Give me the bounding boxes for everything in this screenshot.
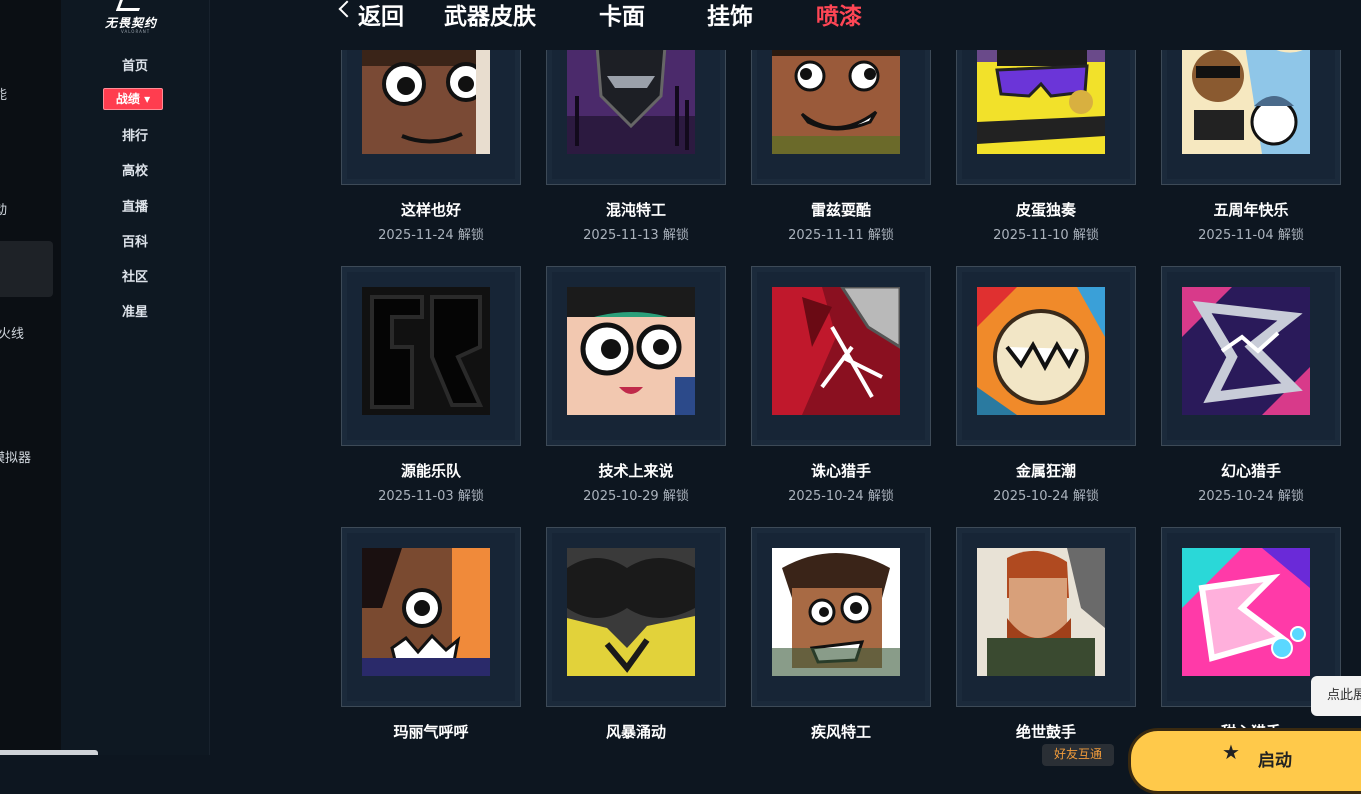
star-icon: ★ [1222,740,1240,764]
nav-item-wiki[interactable]: 百科 [61,231,209,250]
spray-card[interactable]: 源能乐队 2025-11-03 解锁 [341,266,521,504]
spray-name: 风暴涌动 [605,723,666,741]
spray-name: 玛丽气呼呼 [393,723,469,741]
spray-unlock-date: 2025-11-04 解锁 [1198,228,1304,243]
spray-art-sweetheart-hunter [1182,548,1310,676]
spray-name: 幻心猎手 [1220,462,1281,480]
spray-unlock-date: 2025-10-29 解锁 [583,489,689,504]
spray-frame [751,266,931,446]
spray-art-gale-agent [772,548,900,676]
outer-sidebar-item[interactable]: 能 [0,84,7,103]
spray-unlock-date: 2025-11-24 解锁 [378,228,484,243]
spray-art-illusion-hunter [1182,287,1310,415]
nav-item-rank[interactable]: 排行 [61,125,209,144]
back-chevron-icon[interactable] [338,0,356,18]
spray-name: 五周年快乐 [1213,201,1289,219]
nav-item-community[interactable]: 社区 [61,266,209,285]
spray-frame [546,527,726,707]
tab-weapon-skins[interactable]: 武器皮肤 [444,0,536,31]
launch-button[interactable] [1128,728,1361,794]
nav-item-college[interactable]: 高校 [61,160,209,179]
spray-frame [546,266,726,446]
spray-name: 这样也好 [400,201,461,219]
spray-name: 绝世鼓手 [1015,723,1076,741]
spray-unlock-date: 2025-11-10 解锁 [993,228,1099,243]
tab-sprays[interactable]: 喷漆 [816,0,862,31]
spray-card[interactable]: 疾风特工 [751,527,931,741]
nav-item-live[interactable]: 直播 [61,196,209,215]
spray-unlock-date: 2025-11-03 解锁 [378,489,484,504]
spray-frame [956,266,1136,446]
bottom-scroll-indicator [0,750,98,755]
valorant-logo[interactable]: 无畏契约 VALORANT [105,0,167,34]
outer-sidebar-item[interactable]: 动 [0,199,7,218]
spray-card[interactable]: 技术上来说 2025-10-29 解锁 [546,266,726,504]
spray-name: 源能乐队 [400,462,461,480]
spray-art-radianite-band [362,287,490,415]
nav-item-home[interactable]: 首页 [61,55,209,74]
launch-button-label: 启动 [1258,751,1292,771]
collection-tab-bar: 返回 武器皮肤 卡面 挂饰 喷漆 [210,0,1361,50]
spray-name: 金属狂潮 [1015,462,1076,480]
spray-frame [956,527,1136,707]
spray-frame [751,527,931,707]
nav-item-stats[interactable]: 战绩 ▾ [103,88,163,110]
outer-sidebar-item[interactable]: 火线 [0,323,24,342]
side-tip-button[interactable]: 点此展 [1311,676,1361,716]
spray-frame [341,266,521,446]
spray-card[interactable]: 绝世鼓手 [956,527,1136,741]
spray-card[interactable]: 金属狂潮 2025-10-24 解锁 [956,266,1136,504]
spray-card[interactable]: 幻心猎手 2025-10-24 解锁 [1161,266,1341,504]
outer-app-sidebar: 能 动 火线 模拟器 [0,0,61,755]
spray-unlock-date: 2025-10-24 解锁 [788,489,894,504]
spray-art-technically [567,287,695,415]
spray-name: 雷兹耍酷 [810,201,871,219]
logo-mark-icon [115,0,146,11]
spray-art-storm-surge [567,548,695,676]
spray-art-drummer [977,548,1105,676]
spray-card[interactable]: 诛心猎手 2025-10-24 解锁 [751,266,931,504]
outer-sidebar-item[interactable]: 模拟器 [0,447,31,466]
spray-art-metal-frenzy [977,287,1105,415]
game-nav: 无畏契约 VALORANT 首页 战绩 ▾ 排行 高校 直播 百科 社区 准星 [61,0,210,755]
spray-frame [341,527,521,707]
spray-unlock-date: 2025-10-24 解锁 [1198,489,1304,504]
spray-unlock-date: 2025-11-13 解锁 [583,228,689,243]
spray-name: 疾风特工 [810,723,871,741]
spray-name: 技术上来说 [598,462,674,480]
spray-card[interactable]: 风暴涌动 [546,527,726,741]
spray-card[interactable]: 玛丽气呼呼 [341,527,521,741]
tab-charms[interactable]: 挂饰 [707,0,753,31]
outer-sidebar-active-item[interactable] [0,241,53,297]
friend-interop-badge[interactable]: 好友互通 [1042,744,1114,766]
logo-subtext: VALORANT [121,29,151,34]
spray-frame [1161,266,1341,446]
spray-art-heart-hunter [772,287,900,415]
tab-player-cards[interactable]: 卡面 [599,0,645,31]
spray-name: 诛心猎手 [810,462,871,480]
spray-unlock-date: 2025-11-11 解锁 [788,228,894,243]
spray-unlock-date: 2025-10-24 解锁 [993,489,1099,504]
spray-name: 皮蛋独奏 [1015,201,1076,219]
spray-name: 混沌特工 [605,201,666,219]
nav-item-crosshair[interactable]: 准星 [61,301,209,320]
spray-art-mad-marry [362,548,490,676]
back-button[interactable]: 返回 [358,0,404,31]
